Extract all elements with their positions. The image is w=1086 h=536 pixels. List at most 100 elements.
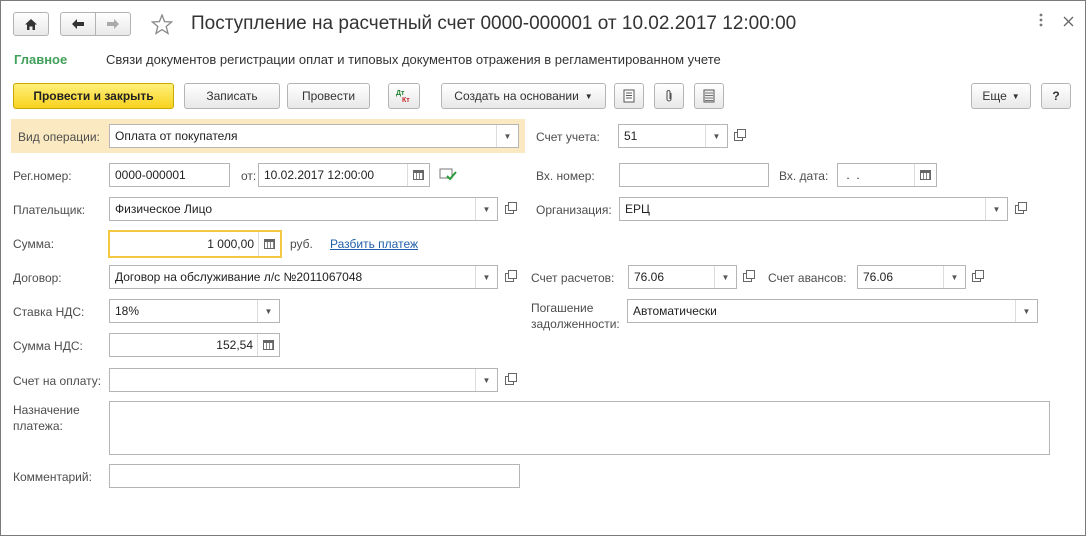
purpose-label-line1: Назначение [13,403,80,417]
arrow-right-icon [107,19,119,29]
operation-select[interactable]: Оплата от покупателя ▼ [109,124,519,148]
invoice-label: Счет на оплату: [13,374,102,388]
chevron-down-icon[interactable]: ▼ [475,369,497,391]
back-button[interactable] [60,12,96,36]
calendar-button[interactable] [407,164,429,186]
chevron-down-icon: ▼ [1011,91,1020,101]
sum-label: Сумма: [13,237,55,251]
settle-value: 76.06 [634,270,665,284]
svg-text:Дт: Дт [396,90,405,97]
open-invoice-button[interactable] [500,371,518,389]
advance-label: Счет авансов: [768,271,847,285]
org-value: ЕРЦ [625,202,650,216]
purpose-textarea[interactable] [109,401,1050,455]
calendar-button[interactable] [914,164,936,186]
calculator-button[interactable] [258,232,280,256]
sum-value: 1 000,00 [207,237,254,251]
sum-input[interactable]: 1 000,00 [108,230,282,258]
chevron-down-icon[interactable]: ▼ [714,266,736,288]
split-payment-link[interactable]: Разбить платеж [330,237,418,251]
vat-rate-label: Ставка НДС: [13,305,85,319]
calculator-icon [263,340,274,350]
open-settle-button[interactable] [738,268,756,286]
date-from-label: от: [241,169,257,183]
more-vert-icon[interactable] [1039,13,1043,30]
chevron-down-icon[interactable]: ▼ [705,125,727,147]
chevron-down-icon[interactable]: ▼ [496,125,518,147]
invoice-select[interactable]: ▼ [109,368,498,392]
in-number-input[interactable] [619,163,769,187]
contract-value: Договор на обслуживание л/с №2011067048 [115,270,363,284]
chevron-down-icon[interactable]: ▼ [475,198,497,220]
open-window-icon [1014,201,1027,214]
contract-select[interactable]: Договор на обслуживание л/с №2011067048 … [109,265,498,289]
debt-label-line2: задолженности: [531,317,620,331]
payer-label: Плательщик: [13,203,86,217]
dt-kt-button[interactable]: Дт Кт [388,83,420,109]
page-title: Поступление на расчетный счет 0000-00000… [191,13,797,34]
comment-input[interactable] [109,464,520,488]
status-check-icon [439,166,457,185]
report-button[interactable] [694,83,724,109]
date-value: 10.02.2017 12:00:00 [264,168,375,182]
advance-select[interactable]: 76.06 ▼ [857,265,966,289]
payer-select[interactable]: Физическое Лицо ▼ [109,197,498,221]
advance-value: 76.06 [863,270,894,284]
operation-value: Оплата от покупателя [115,129,238,143]
attach-file-button[interactable] [654,83,684,109]
open-window-icon [504,372,517,385]
open-contract-button[interactable] [500,268,518,286]
help-button[interactable]: ? [1041,83,1071,109]
open-window-icon [971,269,984,282]
vat-sum-input[interactable]: 152,54 [109,333,280,357]
open-window-icon [742,269,755,282]
vat-rate-select[interactable]: 18% ▼ [109,299,280,323]
nav-related-documents-link[interactable]: Связи документов регистрации оплат и тип… [106,52,721,67]
create-based-on-button[interactable]: Создать на основании ▼ [441,83,606,109]
chevron-down-icon[interactable]: ▼ [1015,300,1037,322]
more-label: Еще [982,89,1007,103]
open-org-button[interactable] [1010,200,1028,218]
debt-label-line1: Погашение [531,301,594,315]
account-select[interactable]: 51 ▼ [618,124,728,148]
home-button[interactable] [13,12,49,36]
chevron-down-icon[interactable]: ▼ [985,198,1007,220]
forward-button[interactable] [95,12,131,36]
save-button[interactable]: Записать [184,83,280,109]
debt-value: Автоматически [633,304,717,318]
chevron-down-icon[interactable]: ▼ [943,266,965,288]
document-icon [623,89,635,103]
payer-value: Физическое Лицо [115,202,213,216]
in-date-input[interactable]: . . [837,163,937,187]
arrow-left-icon [72,19,84,29]
chevron-down-icon[interactable]: ▼ [257,300,279,322]
svg-text:Кт: Кт [402,97,410,104]
more-button[interactable]: Еще ▼ [971,83,1031,109]
open-advance-button[interactable] [967,268,985,286]
document-window: Поступление на расчетный счет 0000-00000… [0,0,1086,536]
account-label: Счет учета: [536,130,600,144]
org-select[interactable]: ЕРЦ ▼ [619,197,1008,221]
open-payer-button[interactable] [500,200,518,218]
settle-label: Счет расчетов: [531,271,615,285]
in-number-label: Вх. номер: [536,169,595,183]
vat-sum-value: 152,54 [216,338,253,352]
debt-select[interactable]: Автоматически ▼ [627,299,1038,323]
close-icon[interactable] [1063,14,1074,30]
settle-select[interactable]: 76.06 ▼ [628,265,737,289]
print-document-button[interactable] [614,83,644,109]
open-account-button[interactable] [729,127,747,145]
date-input[interactable]: 10.02.2017 12:00:00 [258,163,430,187]
in-date-label: Вх. дата: [779,169,829,183]
calculator-button[interactable] [257,334,279,356]
purpose-label-line2: платежа: [13,419,63,433]
chevron-down-icon[interactable]: ▼ [475,266,497,288]
vat-sum-label: Сумма НДС: [13,339,83,353]
favorite-star-icon[interactable] [150,13,174,38]
open-window-icon [733,128,746,141]
post-and-close-button[interactable]: Провести и закрыть [13,83,174,109]
nav-main-tab[interactable]: Главное [14,52,67,67]
post-button[interactable]: Провести [287,83,370,109]
comment-label: Комментарий: [13,470,92,484]
regnum-input[interactable]: 0000-000001 [109,163,230,187]
